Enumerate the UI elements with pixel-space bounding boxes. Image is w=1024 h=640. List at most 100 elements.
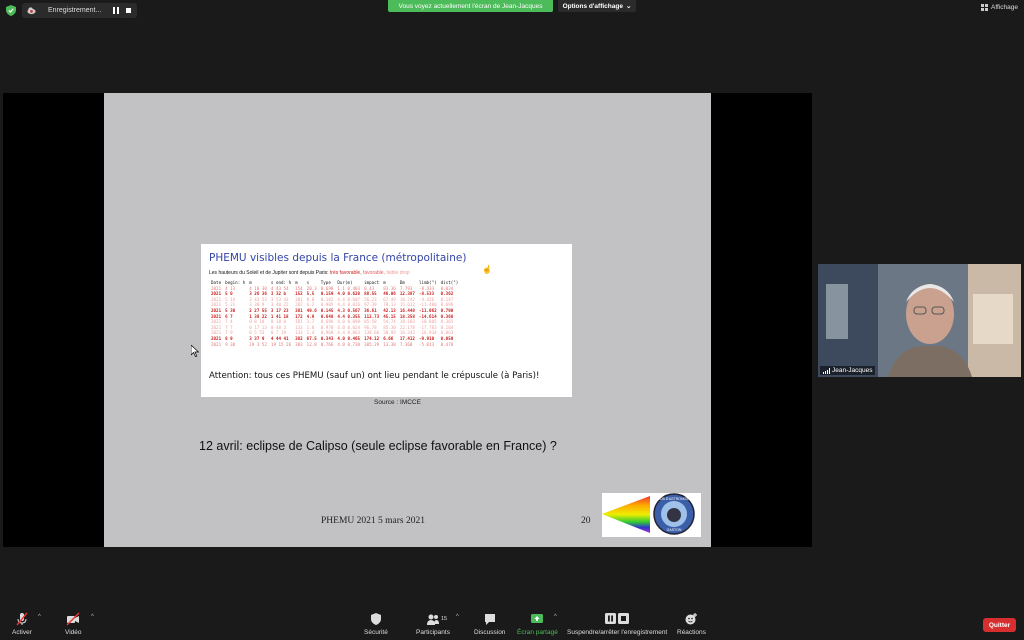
phemu-table: Date begin: hms end: h m s Type Dur(m) impact m… <box>209 280 460 347</box>
table-cell: 12.387 <box>399 291 415 297</box>
table-header-cell: limb(") <box>418 280 437 285</box>
reactions-label: Réactions <box>677 629 706 636</box>
table-header-cell: Date <box>211 280 222 285</box>
video-button[interactable]: Vidéo <box>65 612 82 636</box>
svg-text:CLUB D'ASTRONOMIE: CLUB D'ASTRONOMIE <box>655 497 693 501</box>
audio-button[interactable]: Activer <box>12 612 32 636</box>
participants-options-chevron-icon[interactable]: ^ <box>456 614 459 620</box>
table-cell: 7.360 <box>399 341 413 347</box>
table-cell: 16.448 <box>399 307 415 313</box>
screen-share-banner: Vous voyez actuellement l'écran de Jean-… <box>388 0 553 12</box>
table-cell: -5.013 <box>418 341 435 347</box>
table-cell: 4.0 0.628 <box>337 291 361 297</box>
table-cell: 381 <box>295 307 303 313</box>
shield-icon <box>370 613 381 625</box>
table-header-cell: impact <box>364 280 380 285</box>
table-cell: 4.3 0.567 <box>337 307 361 313</box>
table-cell: 49.6 <box>306 307 317 313</box>
table-cell: 383 <box>295 341 303 347</box>
table-cell: 0.478 <box>440 341 454 347</box>
smiley-plus-icon <box>685 613 698 625</box>
table-cell: 152 <box>295 291 303 297</box>
participant-name: Jean-Jacques <box>832 367 873 374</box>
participants-count: 15 <box>441 616 448 622</box>
table-cell: 0.766 <box>320 341 334 347</box>
table-cell: 0.343 <box>320 335 334 341</box>
chat-bubble-icon <box>484 614 495 625</box>
legend-very-favorable: très favorable, <box>329 270 362 276</box>
table-cell: 19 15 26 <box>270 341 292 347</box>
hand-cursor-icon: ☝ <box>482 265 492 274</box>
view-button-label: Affichage <box>991 4 1018 11</box>
table-footer-note: Attention: tous ces PHEMU (sauf un) ont … <box>209 371 540 381</box>
table-cell: 0.159 <box>320 291 334 297</box>
table-cell: 54.74 <box>383 319 396 325</box>
table-cell: 2021 <box>211 341 222 347</box>
view-options-button[interactable]: Options d'affichage ⌄ <box>558 0 636 12</box>
recording-label: Enregistrement... <box>48 7 102 14</box>
quit-button[interactable]: Quitter <box>983 618 1016 632</box>
table-cell: 42.13 <box>383 307 396 313</box>
table-cell: 9 30 <box>225 341 236 347</box>
audio-label: Activer <box>12 629 32 636</box>
chat-label: Discussion <box>474 629 506 636</box>
pause-stop-recording-icon <box>605 613 630 624</box>
table-row: 2021 9 30 19 3 52 19 15 26 383 12.8 0.766 4.0 0… <box>209 342 460 348</box>
source-caption: Source : IMCCE <box>374 399 421 406</box>
legend-favorable: favorable, <box>363 270 385 276</box>
share-options-chevron-icon[interactable]: ^ <box>554 614 557 620</box>
table-cell: 2021 <box>211 291 222 297</box>
table-cell: 18.183 <box>399 319 415 325</box>
video-options-chevron-icon[interactable]: ^ <box>91 614 94 620</box>
chevron-down-icon: ⌄ <box>625 3 632 10</box>
view-button[interactable]: Affichage <box>981 4 1018 11</box>
table-cell: 0.145 <box>320 307 334 313</box>
table-cell: 305.29 <box>364 341 380 347</box>
table-cell: 17.412 <box>399 335 415 341</box>
security-button[interactable]: Sécurité <box>364 612 388 636</box>
reactions-button[interactable]: Réactions <box>677 612 706 636</box>
record-control-button[interactable]: Suspendre/arrêter l'enregistrement <box>567 612 667 636</box>
participant-video-tile[interactable]: Jean-Jacques <box>818 264 1021 377</box>
table-cell: 12.8 <box>306 341 317 347</box>
svg-text:GASTON: GASTON <box>667 528 682 532</box>
table-header-cell: begin: h <box>225 280 246 285</box>
table-cell: 382 <box>295 335 303 341</box>
table-cell: 13.38 <box>383 341 396 347</box>
table-header-cell: s end: h <box>270 280 292 285</box>
table-cell: 2021 <box>211 307 222 313</box>
table-cell: 46.06 <box>383 291 396 297</box>
table-cell: 0.696 <box>320 319 334 325</box>
table-title: PHEMU visibles depuis la France (métropo… <box>209 252 467 264</box>
subtitle-prefix: Les hauteurs du Soleil et de Jupiter son… <box>209 270 329 276</box>
share-screen-button[interactable]: Écran partagé <box>517 612 558 636</box>
slide-page-number: 20 <box>581 516 591 526</box>
table-header-cell: dist(") <box>440 280 459 285</box>
phemu-table-image: PHEMU visibles depuis la France (métropo… <box>201 244 572 397</box>
table-cell: -11.062 <box>418 307 437 313</box>
table-cell: 4.0 0.730 <box>337 341 361 347</box>
view-options-label: Options d'affichage <box>562 2 623 10</box>
slide-footer: PHEMU 2021 5 mars 2021 <box>321 516 425 526</box>
security-label: Sécurité <box>364 629 388 636</box>
camera-off-icon <box>66 612 80 626</box>
chat-button[interactable]: Discussion <box>474 612 505 636</box>
share-screen-label: Écran partagé <box>517 629 558 636</box>
participants-icon <box>426 614 439 625</box>
table-cell: 2021 <box>211 335 222 341</box>
cloud-record-icon <box>27 7 36 15</box>
share-screen-icon <box>531 614 544 623</box>
signal-bars-icon <box>823 367 830 374</box>
pause-recording-icon[interactable] <box>113 7 119 14</box>
presentation-slide: PHEMU visibles depuis la France (métropo… <box>104 93 711 547</box>
table-cell: 19 3 52 <box>249 341 267 347</box>
participants-label: Participants <box>416 629 450 636</box>
grid-view-icon <box>981 4 989 11</box>
audio-options-chevron-icon[interactable]: ^ <box>38 614 41 620</box>
video-label: Vidéo <box>65 629 82 636</box>
table-cell: 174.12 <box>364 335 380 341</box>
recording-indicator: Enregistrement... <box>22 3 137 18</box>
stop-recording-icon[interactable] <box>126 8 131 13</box>
table-cell: 181 <box>295 319 303 325</box>
shield-check-icon[interactable] <box>6 5 16 16</box>
